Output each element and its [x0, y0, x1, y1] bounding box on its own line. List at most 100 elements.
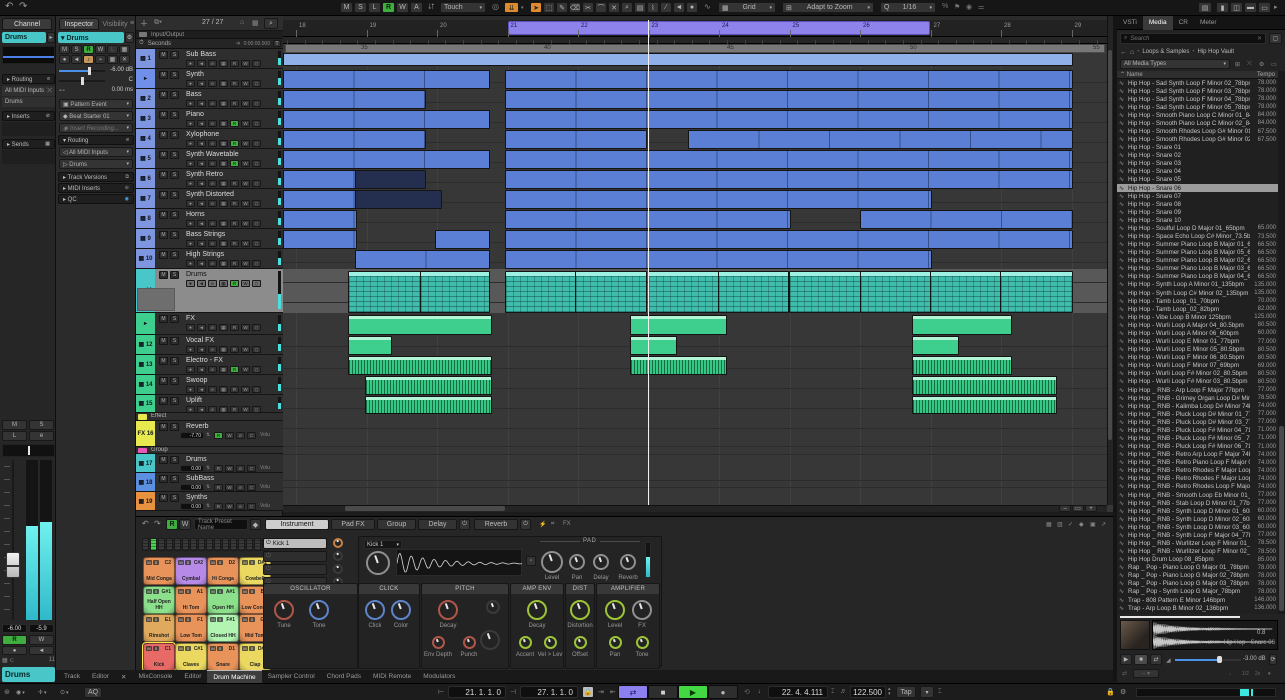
slot-level-knob[interactable]	[333, 538, 343, 548]
monitor-button[interactable]: ◄	[197, 406, 206, 412]
monitor-button[interactable]: ◄	[197, 80, 206, 87]
lane-icon[interactable]: ▯	[252, 366, 261, 373]
media-list-item[interactable]: ∿ Hip Hop _ RNB - Pluck Loop F# Minor 04_…	[1117, 426, 1278, 434]
media-list-item[interactable]: ∿ Hip Hop _ RNB - Retro Rhodes Loop F Maj…	[1117, 483, 1278, 491]
left-locator-icon[interactable]: ⊢	[438, 688, 444, 696]
edit-icon[interactable]: e	[236, 484, 245, 491]
record-enable-button[interactable]: ●	[186, 240, 195, 247]
write-button[interactable]: W	[241, 60, 250, 67]
event-clip[interactable]	[283, 190, 357, 209]
mute-button[interactable]: M	[159, 191, 168, 199]
read-button[interactable]: R	[214, 465, 223, 472]
media-list-item[interactable]: ∿ Hip Hop - Snare 02	[1117, 152, 1278, 160]
strip-listen-button[interactable]: L	[2, 431, 27, 441]
bypass-icon[interactable]: ⊂	[247, 503, 256, 510]
lane-icon[interactable]: ▯	[252, 260, 261, 267]
monitor-button[interactable]: ◄	[197, 180, 206, 187]
monitor-button[interactable]: ◄	[197, 280, 206, 287]
media-list-item[interactable]: ∿ Hip Hop _ RNB - Synth Loop D Minor 03_6…	[1117, 523, 1278, 531]
tab-visibility[interactable]: Visibility	[101, 18, 129, 30]
record-enable-button[interactable]: ●	[186, 366, 195, 373]
tab-vsti[interactable]: VSTi	[1117, 16, 1143, 30]
slot-level-knob[interactable]	[333, 551, 343, 561]
media-scroll-thumb[interactable]	[1279, 426, 1284, 611]
snap-zero-cross-icon[interactable]: ∿	[704, 2, 711, 11]
event-clip[interactable]	[912, 396, 1057, 414]
record-enable-button[interactable]: ●	[186, 280, 195, 287]
monitor-button[interactable]: ◄	[197, 240, 206, 247]
tab-editor[interactable]: Editor	[178, 670, 207, 683]
record-enable-button[interactable]: ●	[186, 260, 195, 267]
record-mode-icon[interactable]: ⊛	[4, 688, 10, 696]
global-s-button[interactable]: S	[354, 2, 367, 13]
preview-play-button[interactable]: ▶	[1120, 654, 1132, 665]
record-enable-button[interactable]: ●	[186, 80, 195, 87]
pad-mute[interactable]: M	[178, 560, 184, 565]
drum-pad-rimshot[interactable]: M S E1 Rimshot	[143, 614, 175, 642]
audio-warp-icon[interactable]: ◉	[966, 3, 972, 11]
osc-main-knob[interactable]	[366, 551, 390, 575]
event-clip[interactable]	[365, 396, 492, 414]
line-tool[interactable]: ∕	[660, 2, 672, 13]
shuffle-icon[interactable]: ⤬	[1247, 61, 1252, 68]
tap-tempo-button[interactable]: Tap	[896, 686, 916, 698]
panel-toggle-icon[interactable]: ▭	[1271, 61, 1277, 68]
power-toggle-icon[interactable]: ⏻	[520, 519, 531, 530]
strip-read-button[interactable]: R	[2, 635, 27, 645]
play-button[interactable]: ▶	[678, 685, 708, 699]
edit-channel-icon[interactable]: e	[208, 140, 217, 147]
instrument-icon[interactable]: ▦	[219, 60, 228, 67]
pad-solo[interactable]: S	[217, 617, 223, 622]
media-list-item[interactable]: ∿ Hip Hop - Snare 06	[1117, 184, 1278, 193]
record-enable-button[interactable]: ●	[186, 60, 195, 67]
output-settings-gear-icon[interactable]: ⚙	[1120, 688, 1126, 696]
instrument-icon[interactable]: ▦	[219, 180, 228, 187]
list-layout-icon[interactable]: ▥	[1057, 521, 1063, 528]
media-list-item[interactable]: ∿ Hip Hop - Vibe Loop B Minor 125bpm 125.0…	[1117, 313, 1278, 321]
read-button[interactable]: R	[214, 432, 223, 439]
pattern-slot-7[interactable]	[190, 538, 197, 551]
home-icon[interactable]: ⌂	[1130, 49, 1134, 56]
edit-channel-icon[interactable]: e	[208, 240, 217, 247]
tune-knob[interactable]	[274, 600, 294, 620]
event-clip[interactable]	[505, 70, 1073, 89]
read-button[interactable]: R	[214, 484, 223, 491]
tab-mixconsole[interactable]: MixConsole	[132, 670, 178, 683]
lane-icon[interactable]: ▯	[252, 200, 261, 207]
media-list-item[interactable]: ∿ Hip Hop _ RNB - Wurlitzer Loop F Minor …	[1117, 539, 1278, 547]
event-clip[interactable]	[505, 150, 1073, 169]
media-list-item[interactable]: ∿ Hip Hop - Tamb Loop_01_70bpm 70.000	[1117, 297, 1278, 305]
edit-channel-icon[interactable]: e	[208, 200, 217, 207]
solo-button[interactable]: S	[170, 71, 179, 79]
tab-editor[interactable]: Editor	[86, 670, 115, 683]
mute-button[interactable]: M	[159, 211, 168, 219]
instrument-icon[interactable]: ▦	[219, 80, 228, 87]
media-list-item[interactable]: ∿ Hip Hop - Snare 10	[1117, 216, 1278, 224]
position-value[interactable]: 22. 4. 4.111	[768, 686, 828, 698]
stepper-icon[interactable]: ⇅	[206, 432, 210, 438]
pad-mute-solo[interactable]: MS	[242, 560, 255, 565]
instrument-icon[interactable]: ▦	[219, 386, 228, 393]
monitor-button[interactable]: ◄	[197, 100, 206, 107]
tab-inspector[interactable]: Inspector	[59, 18, 99, 30]
offset-knob[interactable]	[573, 636, 587, 649]
fx-knob[interactable]	[632, 600, 652, 620]
solo-button[interactable]: S	[170, 191, 179, 199]
beat-icon[interactable]: ♩	[1229, 671, 1234, 677]
preview-volume-handle[interactable]	[1217, 656, 1222, 663]
edit-icon[interactable]: e	[236, 432, 245, 439]
lane-icon[interactable]: ▯	[252, 80, 261, 87]
no-fx-icon[interactable]: ✕	[119, 55, 130, 64]
event-clip[interactable]	[912, 376, 1057, 395]
monitor-button[interactable]: ◄	[197, 324, 206, 331]
search-options-button[interactable]: ▢	[1269, 33, 1282, 44]
solo-button[interactable]: S	[170, 377, 179, 385]
write-button[interactable]: W	[241, 366, 250, 373]
global-r-button[interactable]: R	[382, 2, 395, 13]
media-list-item[interactable]: ∿ Hip Hop Drum Loop 08_85bpm 85.000	[1117, 556, 1278, 564]
track-row-fx[interactable]: ▸ M S FX ● ◄ e ▦ R W ▯	[136, 313, 283, 335]
record-enable-button[interactable]: ●	[186, 120, 195, 127]
monitor-button[interactable]: ◄	[197, 220, 206, 227]
drum-pad-low-tom[interactable]: M S F1 Low Tom	[175, 614, 207, 642]
color-tool[interactable]: ●	[686, 2, 698, 13]
